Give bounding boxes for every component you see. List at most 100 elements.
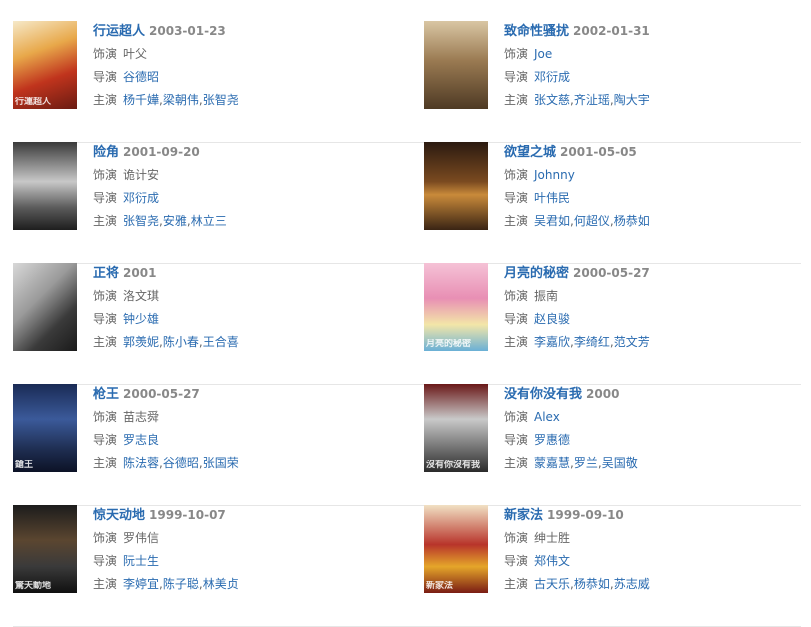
cast-member-link[interactable]: 古天乐: [534, 577, 570, 591]
film-title-link[interactable]: 欲望之城: [504, 145, 556, 160]
director-link[interactable]: 赵良骏: [534, 312, 570, 326]
cast-member-link[interactable]: 张国荣: [203, 456, 239, 470]
film-info: 行运超人 2003-01-23 饰演 叶父 导演 谷德昭 主演 杨千嬅,梁朝伟,张智尧: [93, 21, 393, 112]
cast-member-link[interactable]: 李嘉欣: [534, 335, 570, 349]
cast-member-link[interactable]: 罗兰: [574, 456, 598, 470]
film-poster[interactable]: 新家法: [424, 505, 488, 593]
director-label: 导演: [504, 70, 529, 84]
cast-member-link[interactable]: 李绮红: [574, 335, 610, 349]
film-title-line: 月亮的秘密 2000-05-27: [504, 263, 804, 283]
film-row: 行運超人 行运超人 2003-01-23 饰演 叶父 导演 谷德昭 主演 杨千嬅,梁朝伟,张智尧…: [13, 21, 801, 143]
film-release-date: 2001-05-05: [560, 145, 637, 159]
cast-member-link[interactable]: 张文慈: [534, 93, 570, 107]
cast-label: 主演: [504, 214, 529, 228]
film-poster[interactable]: 沒有你沒有我: [424, 384, 488, 472]
role-label: 饰演: [93, 410, 118, 424]
cast-member-link[interactable]: 苏志威: [614, 577, 650, 591]
film-info: 没有你没有我 2000 饰演 Alex 导演 罗惠德 主演 蒙嘉慧,罗兰,吴国敬: [504, 384, 804, 475]
film-cast-line: 主演 杨千嬅,梁朝伟,张智尧: [93, 89, 393, 112]
film-info: 致命性骚扰 2002-01-31 饰演 Joe 导演 邓衍成 主演 张文慈,齐沚瑶,陶大宇: [504, 21, 804, 112]
cast-member-link[interactable]: 吴君如: [534, 214, 570, 228]
cast-member-link[interactable]: 谷德昭: [163, 456, 199, 470]
film-role-line: 饰演 绅士胜: [504, 527, 804, 550]
cast-member-link[interactable]: 郭羡妮: [123, 335, 159, 349]
film-director-line: 导演 叶伟民: [504, 187, 804, 210]
film-poster[interactable]: [424, 21, 488, 109]
film-title-link[interactable]: 惊天动地: [93, 508, 145, 523]
film-release-date: 2000-05-27: [123, 387, 200, 401]
film-title-line: 没有你没有我 2000: [504, 384, 804, 404]
director-link[interactable]: 邓衍成: [123, 191, 159, 205]
film-title-link[interactable]: 行运超人: [93, 24, 145, 39]
cast-member-link[interactable]: 吴国敬: [602, 456, 638, 470]
film-poster[interactable]: 驚天動地: [13, 505, 77, 593]
cast-member-link[interactable]: 陈小春: [163, 335, 199, 349]
cast-member-link[interactable]: 张智尧: [203, 93, 239, 107]
director-link[interactable]: 阮士生: [123, 554, 159, 568]
film-title-link[interactable]: 没有你没有我: [504, 387, 582, 402]
cast-member-link[interactable]: 王合喜: [203, 335, 239, 349]
cast-label: 主演: [504, 577, 529, 591]
film-role-line: 饰演 Johnny: [504, 164, 804, 187]
film-cast-line: 主演 李嘉欣,李绮红,范文芳: [504, 331, 804, 354]
role-label: 饰演: [93, 289, 118, 303]
film-poster[interactable]: 月亮的秘密: [424, 263, 488, 351]
role-name: 绅士胜: [534, 531, 571, 545]
director-link[interactable]: 罗惠德: [534, 433, 570, 447]
film-title-link[interactable]: 月亮的秘密: [504, 266, 569, 281]
cast-member-link[interactable]: 陈法蓉: [123, 456, 159, 470]
director-label: 导演: [93, 191, 118, 205]
cast-label: 主演: [93, 335, 118, 349]
film-info: 险角 2001-09-20 饰演 诡计安 导演 邓衍成 主演 张智尧,安雅,林立三: [93, 142, 393, 233]
cast-member-link[interactable]: 陶大宇: [614, 93, 650, 107]
film-poster[interactable]: [13, 142, 77, 230]
poster-caption: 新家法: [426, 581, 454, 591]
director-link[interactable]: 钟少雄: [123, 312, 159, 326]
film-info: 惊天动地 1999-10-07 饰演 罗伟信 导演 阮士生 主演 李婷宜,陈子聪,林美贞: [93, 505, 393, 596]
cast-member-link[interactable]: 陈子聪: [163, 577, 199, 591]
director-link[interactable]: 邓衍成: [534, 70, 570, 84]
cast-label: 主演: [93, 214, 118, 228]
director-link[interactable]: 谷德昭: [123, 70, 159, 84]
film-info: 新家法 1999-09-10 饰演 绅士胜 导演 郑伟文 主演 古天乐,杨恭如,苏志威: [504, 505, 804, 596]
film-release-date: 2001: [123, 266, 157, 280]
film-poster[interactable]: [13, 263, 77, 351]
film-director-line: 导演 邓衍成: [504, 66, 804, 89]
filmography-list: 行運超人 行运超人 2003-01-23 饰演 叶父 导演 谷德昭 主演 杨千嬅,梁朝伟,张智尧…: [0, 0, 811, 627]
cast-member-link[interactable]: 杨恭如: [614, 214, 650, 228]
director-link[interactable]: 郑伟文: [534, 554, 570, 568]
director-link[interactable]: 叶伟民: [534, 191, 570, 205]
cast-member-link[interactable]: 杨恭如: [574, 577, 610, 591]
film-poster[interactable]: [424, 142, 488, 230]
director-label: 导演: [504, 554, 529, 568]
film-title-link[interactable]: 新家法: [504, 508, 543, 523]
cast-member-link[interactable]: 林美贞: [203, 577, 239, 591]
film-row: 正将 2001 饰演 洛文琪 导演 钟少雄 主演 郭羡妮,陈小春,王合喜 月亮的秘密 月亮的秘密 2…: [13, 263, 801, 385]
cast-member-link[interactable]: 梁朝伟: [163, 93, 199, 107]
cast-member-link[interactable]: 林立三: [191, 214, 227, 228]
cast-member-link[interactable]: 张智尧: [123, 214, 159, 228]
film-title-link[interactable]: 险角: [93, 145, 119, 160]
role-name: Johnny: [534, 168, 575, 182]
cast-member-link[interactable]: 安雅: [163, 214, 187, 228]
cast-member-link[interactable]: 何超仪: [574, 214, 610, 228]
cast-member-link[interactable]: 杨千嬅: [123, 93, 159, 107]
film-title-link[interactable]: 正将: [93, 266, 119, 281]
cast-member-link[interactable]: 李婷宜: [123, 577, 159, 591]
film-role-line: 饰演 罗伟信: [93, 527, 393, 550]
film-title-link[interactable]: 致命性骚扰: [504, 24, 569, 39]
film-title-link[interactable]: 枪王: [93, 387, 119, 402]
director-label: 导演: [504, 191, 529, 205]
director-label: 导演: [93, 312, 118, 326]
film-title-line: 险角 2001-09-20: [93, 142, 393, 162]
cast-member-link[interactable]: 齐沚瑶: [574, 93, 610, 107]
poster-caption: 月亮的秘密: [426, 339, 472, 349]
film-poster[interactable]: 鎗王: [13, 384, 77, 472]
film-director-line: 导演 谷德昭: [93, 66, 393, 89]
director-link[interactable]: 罗志良: [123, 433, 159, 447]
role-name: 罗伟信: [123, 531, 160, 545]
cast-member-link[interactable]: 范文芳: [614, 335, 650, 349]
film-role-line: 饰演 诡计安: [93, 164, 393, 187]
film-poster[interactable]: 行運超人: [13, 21, 77, 109]
cast-member-link[interactable]: 蒙嘉慧: [534, 456, 570, 470]
